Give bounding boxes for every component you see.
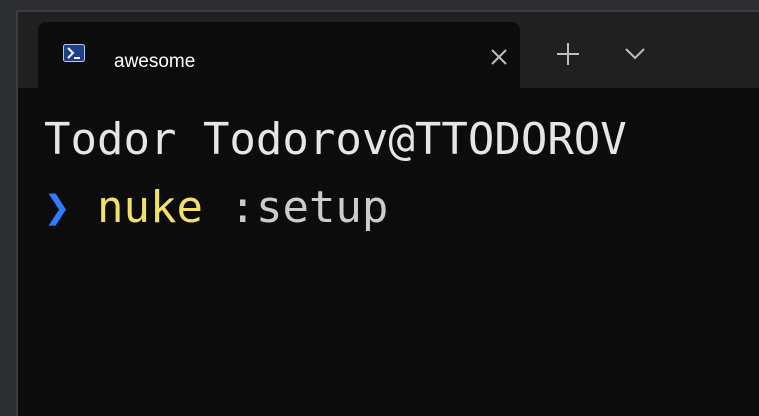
tab-bar: awesome xyxy=(18,12,759,88)
powershell-icon xyxy=(63,44,85,62)
terminal-content[interactable]: Todor Todorov@TTODOROV ❯ nuke :setup xyxy=(18,88,759,416)
plus-icon[interactable] xyxy=(554,40,582,68)
terminal-window: awesome Todor Todorov@TTODOROV ❯ nuke :s… xyxy=(16,10,759,416)
command-arguments: :setup xyxy=(229,182,389,233)
chevron-down-icon[interactable] xyxy=(623,46,647,62)
command-name: nuke xyxy=(97,182,203,233)
tab-title: awesome xyxy=(114,51,196,72)
prompt-chevron: ❯ xyxy=(44,182,71,233)
tab-awesome[interactable]: awesome xyxy=(38,22,520,88)
command-line: ❯ nuke :setup xyxy=(44,186,388,230)
close-icon[interactable] xyxy=(488,46,510,68)
prompt-user-host: Todor Todorov@TTODOROV xyxy=(44,114,627,165)
